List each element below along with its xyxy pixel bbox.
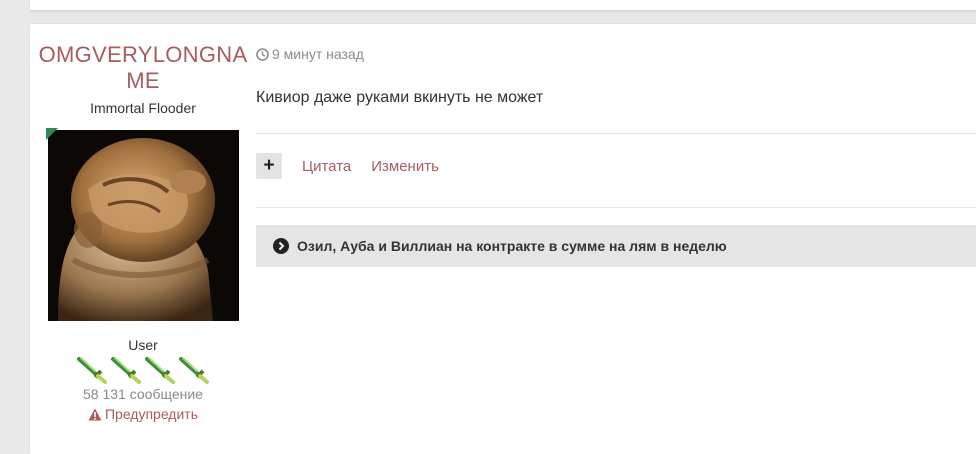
edit-button[interactable]: Изменить: [371, 158, 439, 175]
post-time[interactable]: 9 минут назад: [272, 46, 364, 62]
avatar-container[interactable]: [45, 128, 239, 321]
rank-icons: [30, 355, 256, 385]
author-group: User: [128, 337, 158, 353]
chevron-right-circle-icon: [273, 238, 289, 254]
post-actions: + Цитата Изменить: [256, 153, 439, 179]
post-text: Кивиор даже руками вкинуть не может: [256, 89, 544, 106]
online-indicator: [45, 128, 58, 140]
warning-icon: [88, 408, 102, 420]
avatar[interactable]: [47, 130, 239, 321]
post-meta: 9 минут назад: [256, 46, 364, 62]
author-title: Immortal Flooder: [90, 100, 196, 116]
sword-icon: [179, 357, 209, 384]
warn-label: Предупредить: [104, 406, 199, 422]
divider: [256, 207, 976, 208]
sword-icon: [111, 357, 141, 384]
author-name[interactable]: OMGVERYLONGNAME: [36, 42, 250, 94]
sword-icon: [77, 357, 107, 384]
divider: [256, 133, 976, 134]
previous-post-card: [30, 0, 976, 11]
warn-link[interactable]: Предупредить: [88, 406, 198, 422]
post-card: OMGVERYLONGNAME Immortal Flooder User 58…: [30, 23, 976, 454]
multiquote-button[interactable]: +: [256, 153, 282, 179]
spoiler-header[interactable]: Озил, Ауба и Виллиан на контракте в сумм…: [256, 225, 976, 267]
author-panel: OMGVERYLONGNAME Immortal Flooder User 58…: [30, 24, 256, 426]
sword-icon: [145, 357, 175, 384]
quote-button[interactable]: Цитата: [302, 158, 351, 175]
clock-icon: [256, 47, 269, 61]
post-count: 58 131 сообщение: [83, 386, 203, 402]
spoiler-title: Озил, Ауба и Виллиан на контракте в сумм…: [297, 238, 727, 254]
